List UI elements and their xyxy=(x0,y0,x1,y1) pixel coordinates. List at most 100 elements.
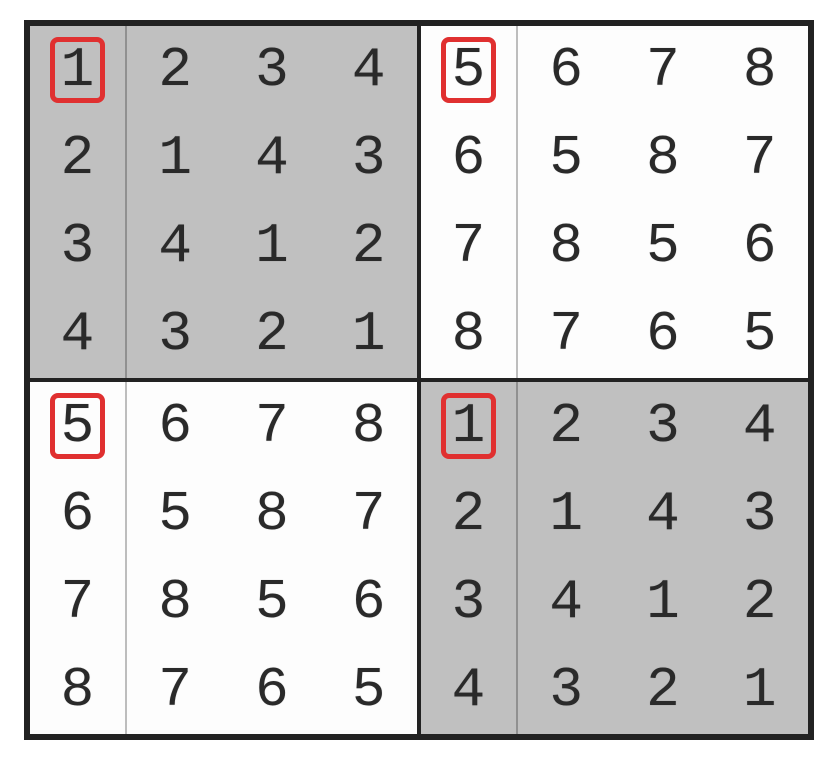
cell: 3 xyxy=(224,26,321,114)
cell-value: 6 xyxy=(342,572,396,632)
cell: 4 xyxy=(615,470,712,558)
cell-value: 8 xyxy=(148,572,202,632)
cell-value: 4 xyxy=(342,40,396,100)
cell-value-highlighted: 5 xyxy=(50,393,106,459)
cell: 5 xyxy=(711,290,808,378)
cell: 2 xyxy=(224,290,321,378)
cell-value: 7 xyxy=(245,396,299,456)
cell: 8 xyxy=(127,558,224,646)
cell: 8 xyxy=(320,382,417,470)
cell: 6 xyxy=(320,558,417,646)
cell-value-highlighted: 1 xyxy=(50,37,106,103)
cell: 6 xyxy=(421,114,518,202)
cell-value: 5 xyxy=(539,128,593,188)
cell-value: 7 xyxy=(733,128,787,188)
cell: 2 xyxy=(711,558,808,646)
cell-value: 3 xyxy=(442,572,496,632)
cell: 6 xyxy=(518,26,615,114)
cell: 8 xyxy=(421,290,518,378)
cell: 6 xyxy=(30,470,127,558)
cell-value: 5 xyxy=(342,660,396,720)
cell-value: 4 xyxy=(539,572,593,632)
cell: 4 xyxy=(711,382,808,470)
cell-value: 1 xyxy=(733,660,787,720)
cell: 4 xyxy=(421,646,518,734)
cell: 8 xyxy=(711,26,808,114)
cell: 3 xyxy=(518,646,615,734)
cell: 1 xyxy=(224,202,321,290)
cell-value: 3 xyxy=(539,660,593,720)
cell: 7 xyxy=(127,646,224,734)
cell: 5 xyxy=(224,558,321,646)
quadrant-bottom-right: 1 2 3 4 2 1 4 3 3 4 1 2 4 3 2 1 xyxy=(419,380,810,736)
cell: 6 xyxy=(615,290,712,378)
cell-value: 8 xyxy=(636,128,690,188)
cell: 8 xyxy=(615,114,712,202)
cell: 5 xyxy=(320,646,417,734)
cell: 7 xyxy=(711,114,808,202)
cell-value: 4 xyxy=(636,484,690,544)
cell: 3 xyxy=(320,114,417,202)
cell-value: 1 xyxy=(636,572,690,632)
cell-value: 3 xyxy=(51,216,105,276)
cell: 4 xyxy=(127,202,224,290)
cell-value: 2 xyxy=(636,660,690,720)
cell-value: 7 xyxy=(636,40,690,100)
cell-value: 1 xyxy=(148,128,202,188)
cell: 6 xyxy=(127,382,224,470)
cell-value: 3 xyxy=(148,304,202,364)
cell: 7 xyxy=(615,26,712,114)
cell-value: 2 xyxy=(539,396,593,456)
cell-value: 4 xyxy=(245,128,299,188)
cell: 4 xyxy=(30,290,127,378)
cell-value: 7 xyxy=(51,572,105,632)
cell-value: 6 xyxy=(733,216,787,276)
quadrant-bottom-left: 5 6 7 8 6 5 8 7 7 8 5 6 8 7 6 5 xyxy=(28,380,419,736)
cell-value: 8 xyxy=(342,396,396,456)
latin-square-grid: 1 2 3 4 2 1 4 3 3 4 1 2 4 3 2 1 5 6 7 8 … xyxy=(24,20,814,740)
cell-value: 7 xyxy=(342,484,396,544)
cell: 7 xyxy=(30,558,127,646)
cell: 8 xyxy=(224,470,321,558)
cell-value: 8 xyxy=(539,216,593,276)
quadrant-top-right: 5 6 7 8 6 5 8 7 7 8 5 6 8 7 6 5 xyxy=(419,24,810,380)
cell: 1 xyxy=(320,290,417,378)
cell: 7 xyxy=(421,202,518,290)
cell: 4 xyxy=(224,114,321,202)
cell: 3 xyxy=(30,202,127,290)
cell-value: 5 xyxy=(245,572,299,632)
cell: 5 xyxy=(127,470,224,558)
cell-value: 4 xyxy=(442,660,496,720)
cell-value: 8 xyxy=(245,484,299,544)
cell: 2 xyxy=(320,202,417,290)
cell-value: 7 xyxy=(148,660,202,720)
cell-value: 7 xyxy=(442,216,496,276)
cell: 1 xyxy=(711,646,808,734)
cell-value: 6 xyxy=(442,128,496,188)
cell-value-highlighted: 5 xyxy=(441,37,497,103)
cell: 6 xyxy=(224,646,321,734)
cell-value: 1 xyxy=(539,484,593,544)
cell: 7 xyxy=(224,382,321,470)
cell: 4 xyxy=(518,558,615,646)
cell: 1 xyxy=(127,114,224,202)
cell: 3 xyxy=(127,290,224,378)
cell-value: 5 xyxy=(636,216,690,276)
cell-value: 4 xyxy=(148,216,202,276)
cell-value: 8 xyxy=(442,304,496,364)
cell: 2 xyxy=(518,382,615,470)
cell-value: 6 xyxy=(148,396,202,456)
cell-value: 6 xyxy=(636,304,690,364)
cell: 6 xyxy=(711,202,808,290)
cell-value: 2 xyxy=(342,216,396,276)
cell-value: 7 xyxy=(539,304,593,364)
cell: 8 xyxy=(518,202,615,290)
cell: 4 xyxy=(320,26,417,114)
cell-value: 2 xyxy=(733,572,787,632)
cell: 7 xyxy=(518,290,615,378)
cell: 2 xyxy=(615,646,712,734)
cell: 7 xyxy=(320,470,417,558)
cell-value: 4 xyxy=(51,304,105,364)
cell-value: 1 xyxy=(245,216,299,276)
cell: 1 xyxy=(421,382,518,470)
